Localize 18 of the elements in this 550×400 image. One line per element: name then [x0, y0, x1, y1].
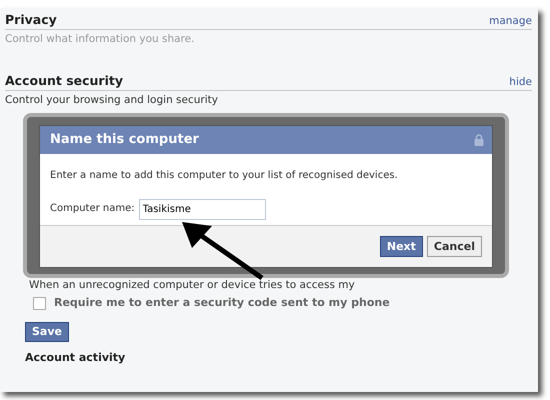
next-button[interactable]: Next: [380, 236, 423, 258]
checkbox[interactable]: [33, 296, 46, 310]
computer-name-field[interactable]: Tasikisme: [138, 198, 266, 220]
section-description: Control what information you share.: [5, 33, 196, 46]
notice-text: When an unrecognized computer or device tries to access my: [29, 279, 356, 292]
dialog-message: Enter a name to add this computer to your list of recognised devices.: [50, 170, 399, 182]
field-label: Computer name:: [50, 202, 135, 216]
section-link[interactable]: manage: [489, 14, 532, 28]
section-title: Account security: [5, 73, 124, 90]
section-description: Control your browsing and login security: [5, 94, 219, 108]
section-title: Privacy: [5, 12, 57, 28]
section-link[interactable]: hide: [509, 76, 532, 90]
dialog-title: Name this computer: [50, 132, 199, 148]
checkbox-label: Require me to enter a security code sent to my phone: [54, 296, 390, 310]
cancel-button[interactable]: Cancel: [426, 236, 482, 258]
lock-icon: [474, 134, 484, 146]
section-title: Account activity: [25, 350, 126, 366]
save-button[interactable]: Save: [25, 322, 69, 342]
